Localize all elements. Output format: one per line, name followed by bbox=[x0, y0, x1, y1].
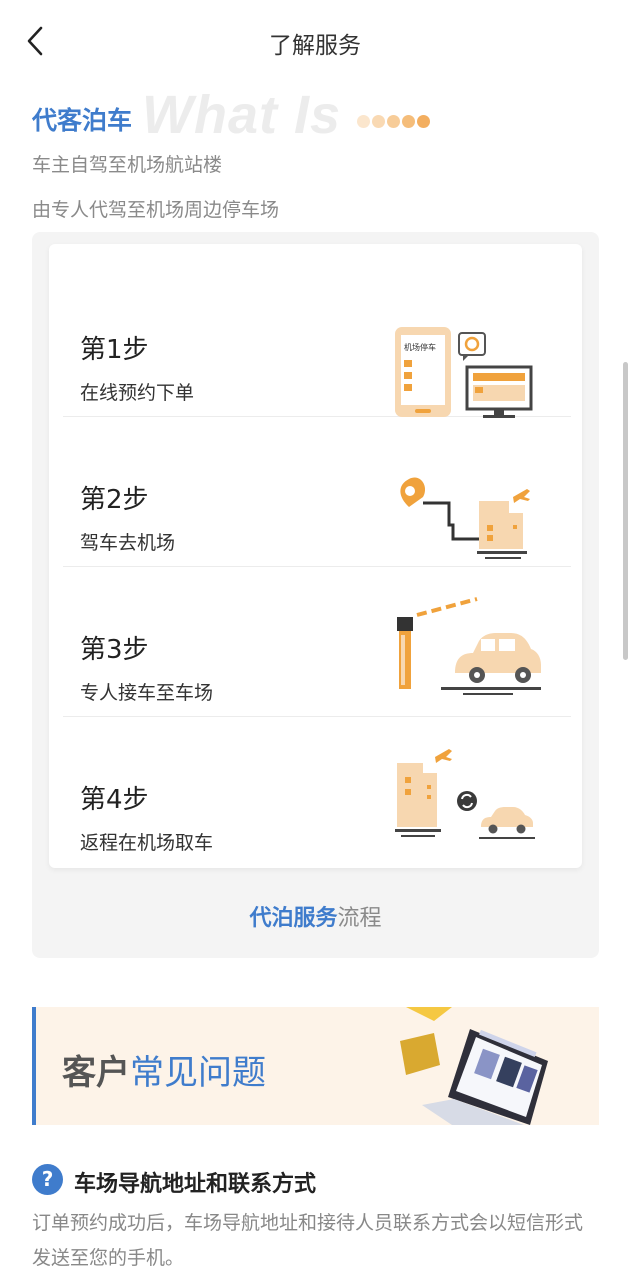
service-steps-panel: 第1步 在线预约下单 机场停车 第2步 驾车去机场 第3步 专人接车至车场 第4… bbox=[32, 232, 599, 958]
faq-banner: 客户常见问题 bbox=[32, 1007, 599, 1125]
step-title: 第1步 bbox=[80, 335, 149, 365]
decorative-dots bbox=[357, 113, 432, 128]
step-title: 第2步 bbox=[80, 485, 149, 515]
process-caption: 代泊服务流程 bbox=[32, 900, 599, 932]
step-title: 第4步 bbox=[80, 785, 149, 815]
route-to-airport-icon bbox=[400, 477, 530, 559]
return-pickup-icon bbox=[395, 749, 535, 839]
faq-banner-accent-bar bbox=[32, 1007, 36, 1125]
faq-banner-prefix: 客户 bbox=[62, 1053, 130, 1093]
intro-line-2: 由专人代驾至机场周边停车场 bbox=[32, 199, 280, 221]
nav-bar: 了解服务 bbox=[0, 0, 630, 84]
phone-screen-text: 机场停车 bbox=[404, 342, 436, 352]
step-desc: 返程在机场取车 bbox=[80, 832, 214, 854]
process-caption-highlight: 代泊服务 bbox=[249, 906, 338, 931]
faq-banner-title: 客户常见问题 bbox=[62, 1045, 266, 1094]
faq-answer: 订单预约成功后，车场导航地址和接待人员联系方式会以短信形式发送至您的手机。 bbox=[32, 1212, 584, 1269]
intro-line-1: 车主自驾至机场航站楼 bbox=[32, 154, 223, 176]
process-caption-rest: 流程 bbox=[337, 906, 382, 931]
question-mark-icon: ? bbox=[32, 1164, 63, 1195]
step-desc: 专人接车至车场 bbox=[80, 682, 214, 704]
intro-header: What Is 代客泊车 bbox=[32, 84, 612, 145]
step-title: 第3步 bbox=[80, 635, 149, 665]
faq-banner-highlight: 常见问题 bbox=[130, 1053, 266, 1093]
phone-booking-icon: 机场停车 bbox=[395, 327, 533, 418]
faq-question-text: 车场导航地址和联系方式 bbox=[74, 1172, 317, 1197]
step-item: 第4步 返程在机场取车 bbox=[63, 717, 571, 867]
step-item: 第1步 在线预约下单 机场停车 bbox=[63, 267, 571, 418]
intro-title: 代客泊车 bbox=[32, 106, 133, 135]
laptop-illustration-icon bbox=[400, 1007, 548, 1125]
step-item: 第2步 驾车去机场 bbox=[63, 417, 571, 567]
step-desc: 在线预约下单 bbox=[80, 382, 195, 404]
scrollbar[interactable] bbox=[623, 362, 628, 660]
step-desc: 驾车去机场 bbox=[80, 532, 176, 554]
page-title: 了解服务 bbox=[269, 33, 361, 59]
parking-gate-car-icon bbox=[397, 597, 541, 695]
step-item: 第3步 专人接车至车场 bbox=[63, 567, 571, 717]
steps-card: 第1步 在线预约下单 机场停车 第2步 驾车去机场 第3步 专人接车至车场 第4… bbox=[49, 244, 582, 868]
watermark-text: What Is bbox=[142, 85, 342, 145]
